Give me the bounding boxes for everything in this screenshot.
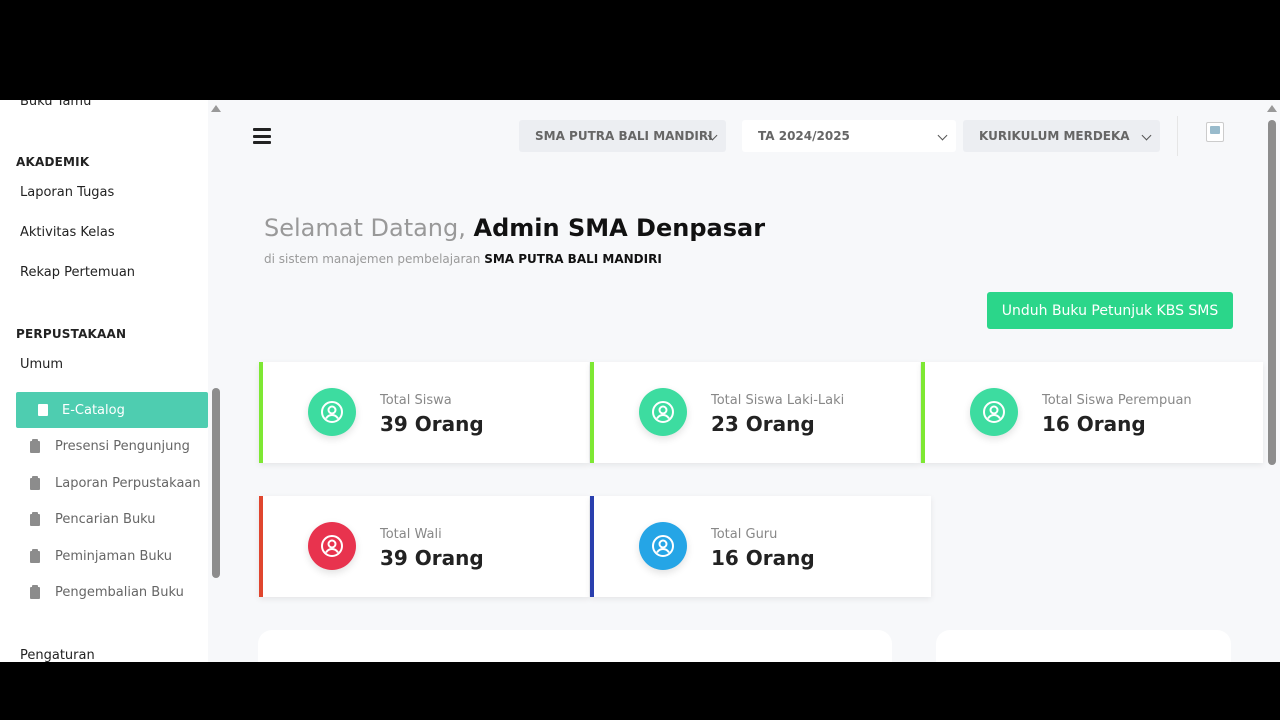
- sidebar-item-aktivitas-kelas[interactable]: Aktivitas Kelas: [20, 225, 115, 240]
- stat-value: 23 Orang: [711, 412, 815, 436]
- curriculum-select-value: KURIKULUM MERDEKA: [979, 129, 1130, 143]
- main-scroll-up-arrow[interactable]: [1267, 105, 1277, 112]
- clipboard-icon: [30, 511, 40, 526]
- app-window: Buku Tamu AKADEMIK Laporan Tugas Aktivit…: [0, 100, 1280, 662]
- sidebar-item-label: Pengembalian Buku: [55, 585, 184, 600]
- sidebar-item-label: Pencarian Buku: [55, 512, 156, 527]
- clipboard-icon: [30, 475, 40, 490]
- sidebar-item-label: Peminjaman Buku: [55, 549, 172, 564]
- sidebar-item-presensi-pengunjung[interactable]: Presensi Pengunjung: [30, 438, 190, 454]
- greeting-text: Selamat Datang,: [264, 214, 466, 242]
- user-icon: [639, 388, 687, 436]
- clipboard-icon: [30, 584, 40, 599]
- stat-card-total-wali: Total Wali 39 Orang: [259, 496, 589, 597]
- year-select[interactable]: TA 2024/2025: [742, 120, 956, 152]
- sidebar-item-rekap-pertemuan[interactable]: Rekap Pertemuan: [20, 265, 135, 280]
- section-heading-perpustakaan: PERPUSTAKAAN: [16, 327, 127, 341]
- sidebar-item-peminjaman-buku[interactable]: Peminjaman Buku: [30, 548, 172, 564]
- school-select-value: SMA PUTRA BALI MANDIRI: [535, 129, 713, 143]
- subtitle-prefix: di sistem manajemen pembelajaran: [264, 252, 481, 266]
- sidebar-item-label: Laporan Perpustakaan: [55, 476, 201, 491]
- sidebar-item-pencarian-buku[interactable]: Pencarian Buku: [30, 511, 156, 527]
- subtitle-school: SMA PUTRA BALI MANDIRI: [484, 252, 662, 266]
- stat-card-total-siswa: Total Siswa 39 Orang: [259, 362, 589, 463]
- page-title: Selamat Datang, Admin SMA Denpasar: [264, 214, 765, 242]
- sidebar-item-pengaturan[interactable]: Pengaturan: [20, 648, 95, 662]
- sidebar-item-laporan-perpustakaan[interactable]: Laporan Perpustakaan: [30, 475, 201, 491]
- user-icon: [308, 522, 356, 570]
- avatar[interactable]: [1206, 122, 1224, 142]
- sidebar-item-laporan-tugas[interactable]: Laporan Tugas: [20, 185, 114, 200]
- sidebar: Buku Tamu AKADEMIK Laporan Tugas Aktivit…: [0, 100, 208, 662]
- divider: [1177, 116, 1178, 156]
- user-icon: [308, 388, 356, 436]
- sidebar-item-label: E-Catalog: [62, 402, 125, 418]
- main-scrollbar[interactable]: [1268, 120, 1276, 465]
- stat-label: Total Siswa Laki-Laki: [711, 393, 845, 408]
- sidebar-item-umum[interactable]: Umum: [20, 357, 63, 372]
- sidebar-item-buku-tamu[interactable]: Buku Tamu: [20, 100, 91, 109]
- stat-card-total-siswa-laki-laki: Total Siswa Laki-Laki 23 Orang: [590, 362, 920, 463]
- sidebar-item-pengembalian-buku[interactable]: Pengembalian Buku: [30, 584, 184, 600]
- sidebar-scrollbar[interactable]: [212, 388, 220, 578]
- download-guide-button[interactable]: Unduh Buku Petunjuk KBS SMS: [987, 292, 1233, 329]
- sidebar-item-label: Presensi Pengunjung: [55, 439, 190, 454]
- stat-card-total-guru: Total Guru 16 Orang: [590, 496, 931, 597]
- section-heading-akademik: AKADEMIK: [16, 155, 90, 169]
- chevron-down-icon: [1141, 130, 1152, 141]
- clipboard-icon: [30, 548, 40, 563]
- school-select[interactable]: SMA PUTRA BALI MANDIRI: [519, 120, 726, 152]
- stat-value: 39 Orang: [380, 546, 484, 570]
- sidebar-scroll-up-arrow[interactable]: [211, 105, 221, 112]
- stat-value: 16 Orang: [711, 546, 815, 570]
- stat-value: 39 Orang: [380, 412, 484, 436]
- stat-value: 16 Orang: [1042, 412, 1146, 436]
- stat-card-total-siswa-perempuan: Total Siswa Perempuan 16 Orang: [921, 362, 1263, 463]
- content-panel: [936, 630, 1231, 662]
- sidebar-item-e-catalog[interactable]: E-Catalog: [16, 392, 208, 428]
- user-icon: [970, 388, 1018, 436]
- stat-label: Total Siswa: [380, 393, 452, 408]
- content-panel: [258, 630, 892, 662]
- chevron-down-icon: [937, 130, 948, 141]
- user-icon: [639, 522, 687, 570]
- page-subtitle: di sistem manajemen pembelajaran SMA PUT…: [264, 252, 662, 266]
- user-name: Admin SMA Denpasar: [473, 214, 766, 242]
- curriculum-select[interactable]: KURIKULUM MERDEKA: [963, 120, 1160, 152]
- clipboard-icon: [30, 438, 40, 453]
- stat-label: Total Wali: [380, 527, 442, 542]
- year-select-value: TA 2024/2025: [758, 129, 850, 143]
- stat-label: Total Guru: [711, 527, 778, 542]
- clipboard-icon: [38, 404, 48, 416]
- stat-label: Total Siswa Perempuan: [1042, 393, 1192, 408]
- menu-toggle-icon[interactable]: [253, 128, 271, 144]
